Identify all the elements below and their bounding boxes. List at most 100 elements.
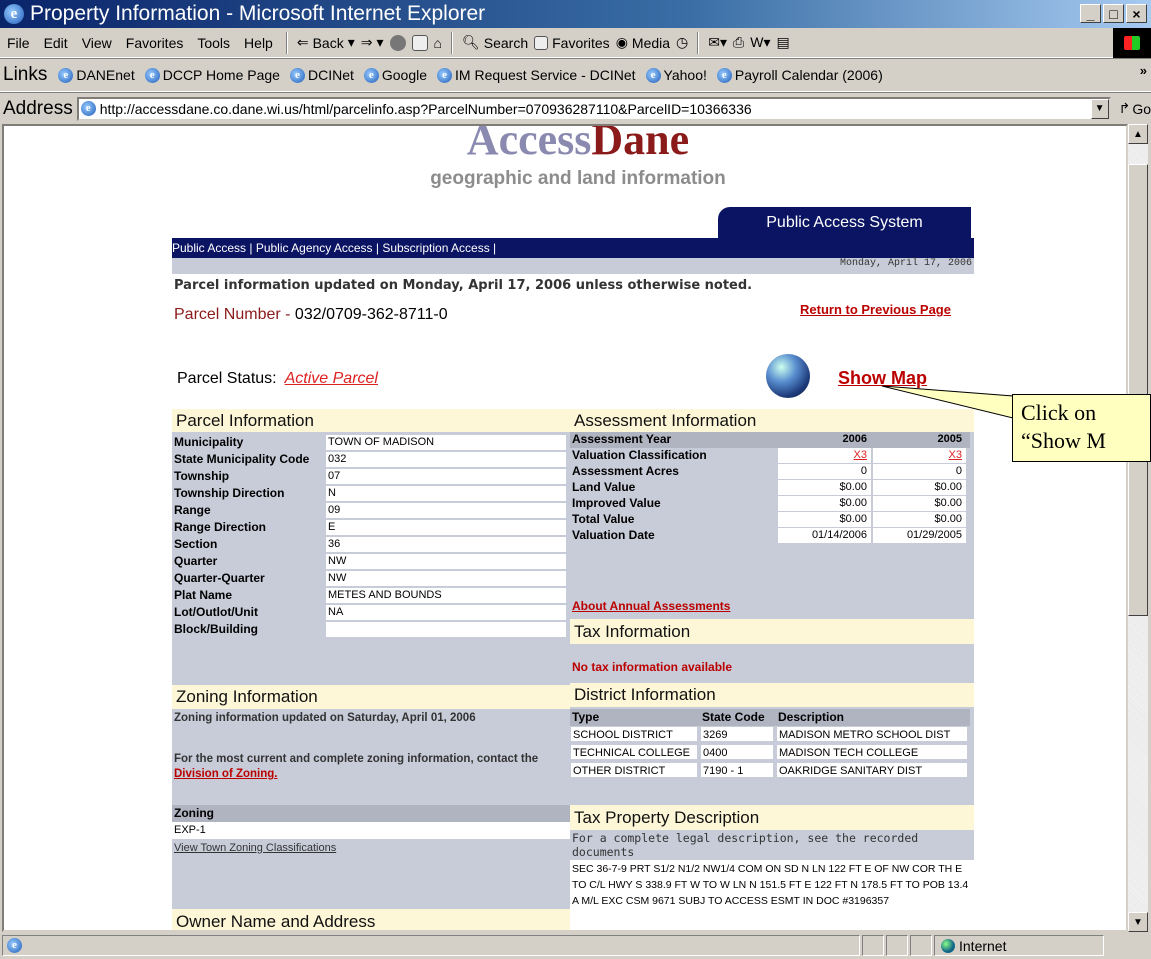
parcel-info-value: 032 [326,452,566,467]
assessment-value: 01/14/2006 [778,528,871,543]
assessment-value: $0.00 [778,512,871,527]
chevron-down-icon: ▾ [347,34,355,50]
district-row: SCHOOL DISTRICT 3269 MADISON METRO SCHOOL … [570,726,970,743]
mail-button[interactable]: ✉▾ [705,34,730,51]
address-url: http://accessdane.co.dane.wi.us/html/par… [99,100,752,117]
public-access-system-tab: Public Access System [718,207,971,238]
assessment-key: Valuation Classification [572,448,707,462]
division-of-zoning-link[interactable]: Division of Zoning. [174,768,278,780]
link-dccp-home[interactable]: e DCCP Home Page [140,67,285,83]
refresh-icon [411,34,428,51]
site-nav[interactable]: Public Access | Public Agency Access | S… [172,238,974,258]
more-links-icon[interactable]: » [1140,63,1147,78]
stop-icon [389,34,406,51]
link-dcinet[interactable]: e DCINet [285,67,359,83]
history-icon: ◷ [676,34,689,50]
menu-file[interactable]: File [0,35,37,51]
browser-window: e Property Information - Microsoft Inter… [0,0,1151,959]
parcel-info-row: Plat Name METES AND BOUNDS [172,588,566,604]
ie-page-icon: e [7,938,22,953]
parcel-info-key: Township [174,469,230,483]
link-google[interactable]: e Google [359,67,432,83]
stop-button[interactable] [387,34,409,51]
status-text: e [2,935,860,956]
tax-desc-note: For a complete legal description, see th… [572,831,919,859]
menu-tools[interactable]: Tools [190,35,237,51]
district-row: OTHER DISTRICT 7190 - 1 OAKRIDGE SANITARY … [570,762,970,779]
tax-desc-panel: For a complete legal description, see th… [570,830,974,930]
history-button[interactable]: ◷ [673,34,691,51]
windows-logo-icon [1113,28,1151,58]
menu-favorites[interactable]: Favorites [119,35,191,51]
parcel-info-value: METES AND BOUNDS [326,588,566,603]
parcel-info-value: 36 [326,537,566,552]
edit-word-button[interactable]: W▾ [747,34,773,51]
menu-help[interactable]: Help [237,35,280,51]
parcel-status-value[interactable]: Active Parcel [285,370,378,387]
district-cell: SCHOOL DISTRICT [570,726,698,742]
about-assessments-link[interactable]: About Annual Assessments [572,599,730,613]
scroll-down-icon[interactable]: ▼ [1128,912,1148,932]
parcel-info-row: Section 36 [172,537,566,553]
ie-page-icon: e [363,67,379,83]
scroll-thumb[interactable] [1128,164,1148,616]
parcel-info-key: Municipality [174,435,244,449]
address-bar: Address e http://accessdane.co.dane.wi.u… [0,92,1151,124]
home-button[interactable]: ⌂ [431,35,445,51]
globe-icon[interactable] [766,354,810,398]
menu-view[interactable]: View [75,35,119,51]
close-button[interactable]: × [1126,4,1147,23]
search-button[interactable]: 🔍︎ Search [459,34,531,51]
link-payroll-calendar[interactable]: e Payroll Calendar (2006) [712,67,888,83]
parcel-info-row: Quarter-Quarter NW [172,571,566,587]
link-im-request[interactable]: e IM Request Service - DCINet [432,67,641,83]
media-button[interactable]: ◉ Media [613,34,673,51]
tax-info-panel: No tax information available [570,644,974,683]
assessment-row: Total Value $0.00 $0.00 [570,512,970,528]
return-previous-link[interactable]: Return to Previous Page [800,302,951,317]
refresh-button[interactable] [409,34,431,51]
links-label: Links [3,64,48,85]
ie-page-icon: e [645,67,661,83]
favorites-button[interactable]: Favorites [531,35,613,51]
parcel-number: Parcel Number - 032/0709-362-8711-0 [174,306,448,323]
assessment-value: $0.00 [778,496,871,511]
link-danenet[interactable]: e DANEnet [53,67,139,83]
title-bar: e Property Information - Microsoft Inter… [0,0,1151,28]
address-input[interactable]: e http://accessdane.co.dane.wi.us/html/p… [76,96,1111,121]
district-cell: 3269 [700,726,774,742]
assessment-value: $0.00 [873,480,966,495]
parcel-info-value: NA [326,605,566,620]
assessment-value[interactable]: X3 [873,448,966,463]
no-tax-info: No tax information available [572,660,733,674]
forward-button[interactable]: ⇒ ▾ [358,34,387,51]
district-cell: 0400 [700,744,774,760]
callout-pointer [881,385,1014,419]
parcel-info-key: Block/Building [174,622,258,636]
back-button[interactable]: ⇐ Back ▾ [294,34,358,51]
ie-page-icon: e [144,67,160,83]
link-yahoo[interactable]: e Yahoo! [641,67,712,83]
menu-edit[interactable]: Edit [37,35,75,51]
chevron-down-icon[interactable]: ▼ [1090,98,1109,119]
parcel-info-value: TOWN OF MADISON [326,435,566,450]
view-zoning-classifications-link[interactable]: View Town Zoning Classifications [174,842,336,854]
zoning-value: EXP-1 [172,822,570,839]
ie-page-icon: e [80,101,96,116]
discuss-button[interactable]: ▤ [773,34,792,51]
internet-zone-icon [941,938,955,953]
print-button[interactable]: ⎙ [730,34,747,51]
toolbar-separator [285,31,288,54]
mail-icon: ✉▾ [708,34,728,50]
assessment-value[interactable]: X3 [778,448,871,463]
links-bar: Links e DANEnet e DCCP Home Page e DCINet e… [0,58,1151,92]
scroll-up-icon[interactable]: ▲ [1128,124,1148,144]
vertical-scrollbar[interactable]: ▲ ▼ [1128,124,1148,932]
ie-page-icon: e [437,67,453,83]
address-label: Address [3,97,73,119]
minimize-button[interactable]: _ [1080,4,1101,23]
go-button[interactable]: ↱ Go [1119,100,1151,117]
parcel-info-value: NW [326,571,566,586]
maximize-button[interactable]: □ [1103,4,1124,23]
zoning-heading: Zoning Information [172,685,570,709]
